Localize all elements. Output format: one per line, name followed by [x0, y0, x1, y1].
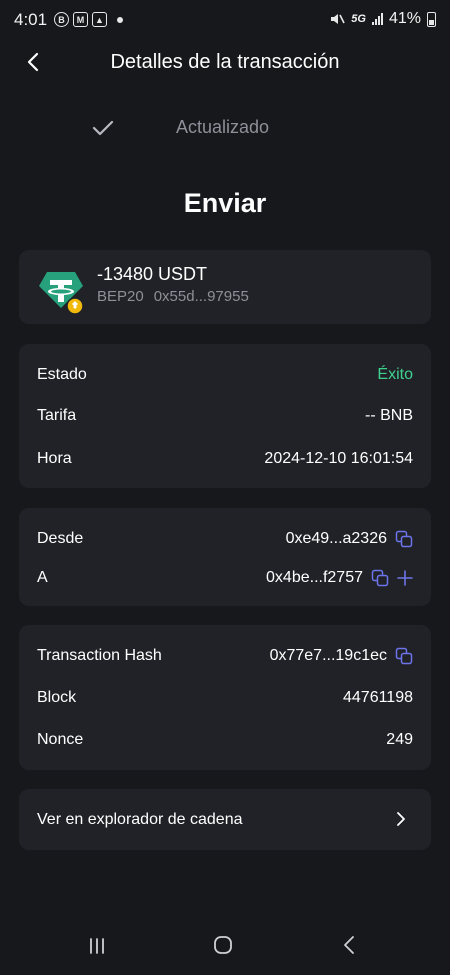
mute-icon: [331, 14, 345, 24]
nonce-label: Nonce: [37, 731, 84, 748]
fee-label: Tarifa: [37, 407, 77, 424]
network-type: 5G: [351, 13, 366, 25]
from-address: 0xe49...a2326: [285, 530, 387, 547]
from-label: Desde: [37, 530, 84, 547]
copy-hash-icon[interactable]: [395, 647, 413, 665]
from-row: Desde 0xe49...a2326: [37, 527, 413, 551]
token-amount: -13480 USDT: [97, 264, 208, 284]
hash-row: Transaction Hash 0x77e7...19c1ec: [37, 644, 413, 668]
token-network: BEP20: [97, 288, 144, 305]
status-value: Éxito: [377, 366, 413, 383]
system-nav-bar: [0, 917, 450, 975]
gallery-icon: ▲: [92, 12, 107, 27]
from-value-group: 0xe49...a2326: [286, 530, 413, 548]
hash-value-group: 0x77e7...19c1ec: [270, 647, 413, 665]
status-card: Estado Éxito Tarifa -- BNB Hora 2024-12-…: [19, 344, 431, 488]
to-value-group: 0x4be...f2757: [266, 569, 413, 587]
battery-percent: 41%: [388, 10, 421, 27]
signal-icon: [371, 13, 383, 25]
status-bar: 4:01 B M ▲ 5G 41%: [0, 0, 450, 40]
to-row: A 0x4be...f2757: [37, 566, 413, 590]
view-in-explorer-button[interactable]: Ver en explorador de cadena: [19, 789, 431, 850]
token-contract-address: 0x55d...97955: [153, 288, 249, 305]
block-label: Block: [37, 689, 77, 706]
time-value: 2024-12-10 16:01:54: [264, 450, 413, 467]
time-row: Hora 2024-12-10 16:01:54: [37, 447, 413, 471]
notification-icons: B M ▲: [54, 12, 123, 27]
b-app-icon: B: [54, 12, 69, 27]
time-label: Hora: [37, 450, 72, 467]
update-status-row: Actualizado: [0, 112, 450, 142]
hash-label: Transaction Hash: [37, 647, 162, 664]
fee-row: Tarifa -- BNB: [37, 404, 413, 428]
block-value: 44761198: [343, 689, 413, 706]
gmail-icon: M: [73, 12, 88, 27]
header: Detalles de la transacción: [0, 40, 450, 86]
home-icon[interactable]: [213, 935, 233, 955]
page-header-title: Detalles de la transacción: [110, 51, 340, 73]
address-card: Desde 0xe49...a2326 A 0x4be...f2757: [19, 508, 431, 606]
check-icon: [92, 120, 114, 136]
system-indicators: 5G 41%: [329, 10, 436, 28]
status-time: 4:01: [14, 10, 48, 29]
status-label: Estado: [37, 366, 87, 383]
status-row: Estado Éxito: [37, 363, 413, 387]
block-row: Block 44761198: [37, 686, 413, 710]
usdt-token-icon: [39, 272, 84, 314]
explorer-label: Ver en explorador de cadena: [37, 811, 243, 828]
transaction-type-title: Enviar: [183, 188, 267, 218]
hash-value: 0x77e7...19c1ec: [269, 647, 387, 664]
token-card: -13480 USDT BEP20 0x55d...97955: [19, 250, 431, 324]
nav-back-icon[interactable]: [341, 935, 357, 955]
hash-card: Transaction Hash 0x77e7...19c1ec Block 4…: [19, 625, 431, 770]
screen: 4:01 B M ▲ 5G 41% Detalles de la transac…: [0, 0, 450, 975]
fee-value: -- BNB: [365, 407, 413, 424]
more-notifications-icon: [117, 16, 123, 23]
nonce-row: Nonce 249: [37, 728, 413, 752]
to-address: 0x4be...f2757: [266, 569, 363, 586]
chevron-right-icon: [397, 812, 405, 826]
copy-from-icon[interactable]: [395, 530, 413, 548]
recents-icon[interactable]: [88, 937, 106, 955]
copy-to-icon[interactable]: [371, 569, 389, 587]
token-network-address: BEP20 0x55d...97955: [97, 288, 249, 305]
nonce-value: 249: [386, 731, 413, 748]
add-contact-icon[interactable]: [397, 570, 413, 586]
explorer-row: Ver en explorador de cadena: [37, 808, 413, 832]
update-status-text: Actualizado: [176, 117, 270, 137]
battery-icon: [427, 11, 436, 27]
to-label: A: [37, 569, 48, 586]
